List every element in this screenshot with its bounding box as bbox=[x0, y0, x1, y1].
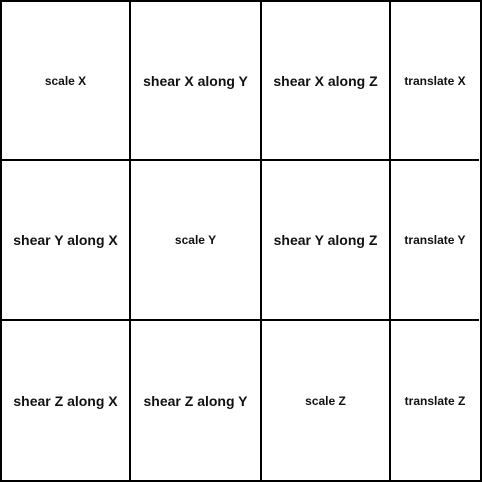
cell-shear-z-along-x: shear Z along X bbox=[2, 321, 131, 480]
cell-shear-y-along-z: shear Y along Z bbox=[262, 161, 391, 321]
cell-translate-z: translate Z bbox=[404, 393, 466, 408]
cell-shear-y-along-x: shear Y along X bbox=[2, 161, 131, 321]
cell-shear-z-along-y: shear Z along Y bbox=[131, 321, 262, 480]
cell-shear-x-along-y: shear X along Y bbox=[131, 2, 262, 161]
cell-scale-x: scale X bbox=[2, 2, 131, 161]
cell-translate-y: translate Y bbox=[391, 161, 479, 321]
cell-translate-x: translate X bbox=[391, 2, 479, 161]
transform-matrix-grid: scale X shear X along Y shear X along Z … bbox=[0, 0, 482, 482]
cell-scale-z: scale Z bbox=[262, 321, 391, 480]
cell-scale-y: scale Y bbox=[131, 161, 262, 321]
cell-shear-x-along-z: shear X along Z bbox=[262, 2, 391, 161]
